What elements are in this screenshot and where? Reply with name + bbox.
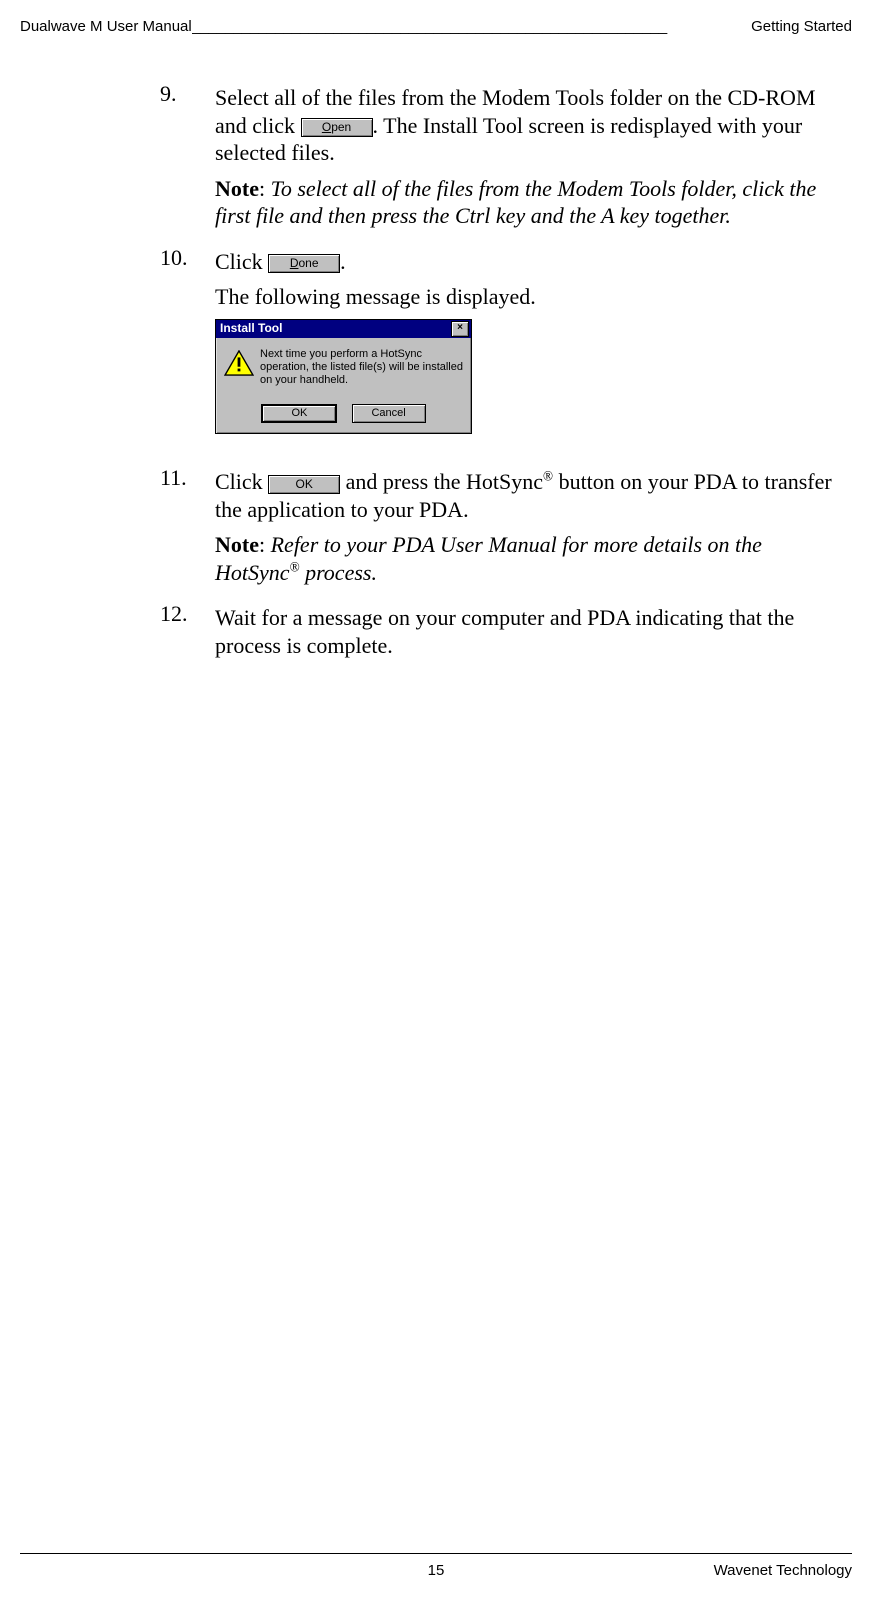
- step-number: 11.: [160, 464, 215, 594]
- done-button[interactable]: Done: [268, 254, 340, 273]
- page-header: Dualwave M User Manual _________________…: [20, 18, 852, 35]
- dialog-titlebar: Install Tool ×: [216, 320, 471, 338]
- step-10: 10. Click Done. The following message is…: [160, 244, 850, 435]
- close-icon[interactable]: ×: [451, 321, 469, 337]
- step-9-text: Select all of the files from the Modem T…: [215, 84, 850, 167]
- step-12-text: Wait for a message on your computer and …: [215, 604, 850, 659]
- page-number: 15: [428, 1562, 445, 1579]
- page-footer: 15 Wavenet Technology: [20, 1553, 852, 1579]
- dialog-cancel-button[interactable]: Cancel: [352, 404, 426, 424]
- ok-button[interactable]: OK: [268, 475, 340, 494]
- header-rule: ________________________________________…: [192, 18, 751, 35]
- body-content: 9. Select all of the files from the Mode…: [160, 80, 850, 667]
- warning-icon: [224, 348, 260, 387]
- dialog-title: Install Tool: [220, 321, 451, 336]
- step-11-note: Note: Refer to your PDA User Manual for …: [215, 531, 850, 586]
- step-10-text: Click Done.: [215, 248, 850, 276]
- step-12: 12. Wait for a message on your computer …: [160, 600, 850, 667]
- open-button[interactable]: Open: [301, 118, 373, 137]
- dialog-ok-button[interactable]: OK: [261, 404, 337, 424]
- install-tool-dialog: Install Tool ×: [215, 319, 472, 435]
- dialog-message: Next time you perform a HotSync operatio…: [260, 348, 463, 387]
- footer-company: Wavenet Technology: [444, 1562, 852, 1579]
- step-11-text: Click OK and press the HotSync® button o…: [215, 468, 850, 523]
- step-number: 10.: [160, 244, 215, 435]
- header-doc-title: Dualwave M User Manual: [20, 18, 192, 35]
- step-number: 12.: [160, 600, 215, 667]
- step-9: 9. Select all of the files from the Mode…: [160, 80, 850, 238]
- step-9-note: Note: To select all of the files from th…: [215, 175, 850, 230]
- step-11: 11. Click OK and press the HotSync® butt…: [160, 464, 850, 594]
- header-section: Getting Started: [751, 18, 852, 35]
- step-number: 9.: [160, 80, 215, 238]
- step-10-followup: The following message is displayed.: [215, 283, 850, 311]
